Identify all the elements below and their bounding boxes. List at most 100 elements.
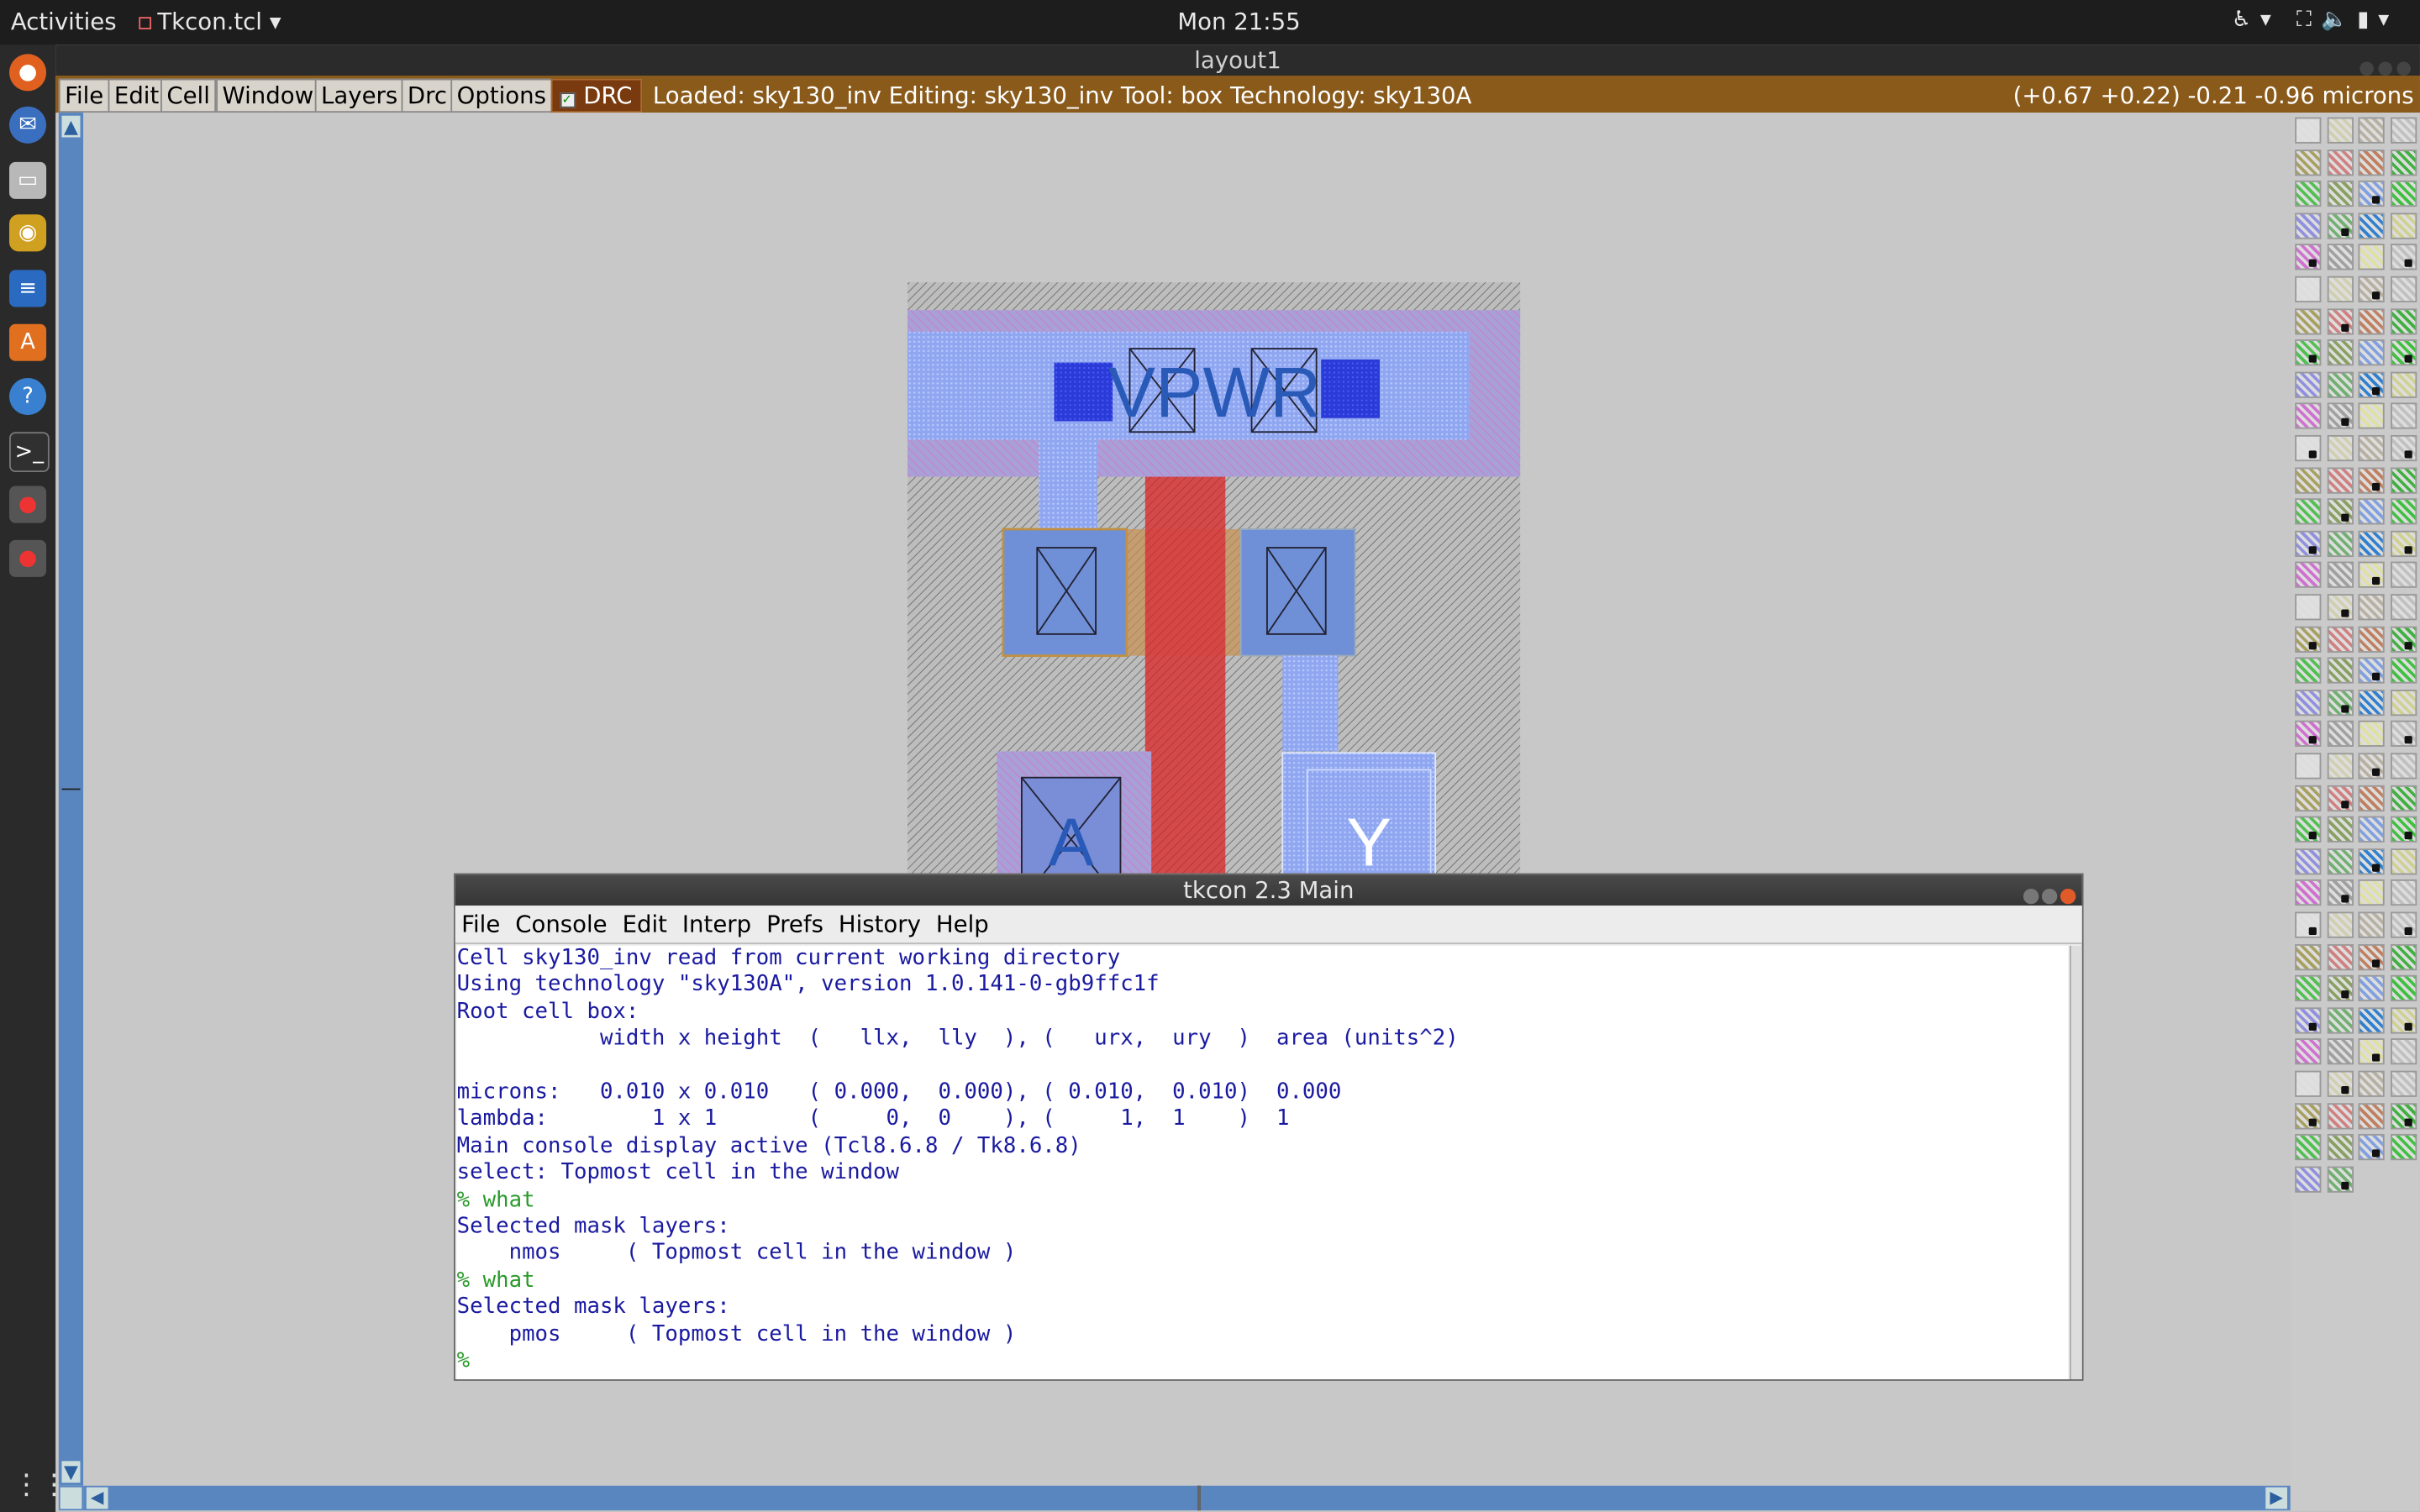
menu-drc[interactable]: Drc	[401, 78, 454, 113]
layer-swatch[interactable]	[2358, 117, 2385, 144]
layer-swatch[interactable]	[2390, 213, 2417, 239]
layer-swatch[interactable]	[2326, 785, 2354, 811]
network-icon[interactable]: ⛶	[2296, 8, 2321, 32]
layer-swatch[interactable]	[2326, 149, 2354, 176]
layer-swatch[interactable]	[2358, 848, 2385, 875]
layer-swatch[interactable]	[2326, 1070, 2354, 1097]
layer-swatch[interactable]	[2326, 530, 2354, 557]
layer-swatch[interactable]	[2358, 562, 2385, 589]
layer-swatch[interactable]	[2390, 181, 2417, 207]
system-tray[interactable]: ♿▾ ⛶🔈▮▾	[2232, 8, 2398, 32]
firefox-icon[interactable]: ●	[9, 54, 47, 92]
layer-swatch[interactable]	[2295, 594, 2322, 621]
layer-swatch[interactable]	[2326, 943, 2354, 970]
layer-swatch[interactable]	[2390, 1134, 2417, 1161]
layer-swatch[interactable]	[2295, 339, 2322, 366]
layer-swatch[interactable]	[2358, 434, 2385, 462]
layer-swatch[interactable]	[2326, 244, 2354, 271]
layer-swatch[interactable]	[2326, 1006, 2354, 1034]
layer-swatch[interactable]	[2295, 625, 2322, 653]
menu-window[interactable]: Window	[216, 78, 320, 113]
layer-swatch[interactable]	[2358, 1134, 2385, 1161]
layer-swatch[interactable]	[2358, 879, 2385, 906]
layer-swatch[interactable]	[2326, 721, 2354, 748]
battery-icon[interactable]: ▮▾	[2357, 8, 2398, 32]
layer-swatch[interactable]	[2295, 816, 2322, 843]
layer-swatch[interactable]	[2358, 689, 2385, 716]
layer-swatch[interactable]	[2295, 753, 2322, 780]
minimize-icon[interactable]	[2023, 888, 2039, 905]
tkcon-menu-console[interactable]: Console	[515, 911, 607, 938]
layer-swatch[interactable]	[2295, 466, 2322, 493]
layer-swatch[interactable]	[2295, 689, 2322, 716]
layer-swatch[interactable]	[2326, 562, 2354, 589]
tkcon-menu-edit[interactable]: Edit	[623, 911, 667, 938]
maximize-icon[interactable]	[2041, 888, 2058, 905]
menu-edit[interactable]: Edit	[108, 78, 166, 113]
layer-swatch[interactable]	[2390, 943, 2417, 970]
tkcon-menu-help[interactable]: Help	[936, 911, 989, 938]
layer-swatch[interactable]	[2326, 911, 2354, 938]
layer-swatch[interactable]	[2295, 911, 2322, 938]
tkcon-menu-prefs[interactable]: Prefs	[766, 911, 823, 938]
help-icon[interactable]: ?	[9, 377, 47, 416]
layer-swatch[interactable]	[2295, 943, 2322, 970]
horizontal-scroll-thumb[interactable]	[1197, 1485, 1201, 1511]
layer-swatch[interactable]	[2358, 371, 2385, 398]
layer-swatch[interactable]	[2295, 530, 2322, 557]
maximize-icon[interactable]	[2378, 61, 2392, 76]
layer-swatch[interactable]	[2390, 1102, 2417, 1129]
layer-swatch[interactable]	[2295, 276, 2322, 302]
layer-swatch[interactable]	[2295, 371, 2322, 398]
layer-swatch[interactable]	[2390, 403, 2417, 430]
writer-icon[interactable]: ≡	[9, 270, 47, 307]
layer-swatch[interactable]	[2358, 625, 2385, 653]
layer-swatch[interactable]	[2326, 657, 2354, 685]
layer-swatch[interactable]	[2358, 276, 2385, 302]
clock[interactable]: Mon 21:55	[1177, 8, 1300, 35]
layer-swatch[interactable]	[2390, 1006, 2417, 1034]
layer-swatch[interactable]	[2390, 339, 2417, 366]
layer-swatch[interactable]	[2326, 1166, 2354, 1193]
menu-cell[interactable]: Cell	[160, 78, 217, 113]
layer-swatch[interactable]	[2390, 1070, 2417, 1097]
layer-swatch[interactable]	[2358, 307, 2385, 334]
terminal-icon[interactable]: >_	[9, 432, 50, 473]
layer-swatch[interactable]	[2390, 498, 2417, 525]
layer-swatch[interactable]	[2390, 434, 2417, 462]
layer-swatch[interactable]	[2295, 975, 2322, 1002]
layer-swatch[interactable]	[2358, 1102, 2385, 1129]
scroll-up-arrow-icon[interactable]: ▲	[61, 115, 81, 138]
layer-swatch[interactable]	[2358, 244, 2385, 271]
tkcon-menu-history[interactable]: History	[839, 911, 921, 938]
layer-swatch[interactable]	[2295, 1070, 2322, 1097]
layer-swatch[interactable]	[2295, 149, 2322, 176]
layer-swatch[interactable]	[2326, 339, 2354, 366]
layer-swatch[interactable]	[2390, 276, 2417, 302]
layer-swatch[interactable]	[2326, 307, 2354, 334]
files-icon[interactable]: ▭	[9, 161, 47, 199]
layer-swatch[interactable]	[2295, 434, 2322, 462]
layer-swatch[interactable]	[2326, 498, 2354, 525]
layer-swatch[interactable]	[2326, 848, 2354, 875]
minimize-icon[interactable]	[2360, 61, 2374, 76]
layer-swatch[interactable]	[2390, 244, 2417, 271]
layer-swatch[interactable]	[2390, 911, 2417, 938]
drc-toggle[interactable]: ✓ DRC	[550, 78, 642, 113]
layer-swatch[interactable]	[2295, 1038, 2322, 1066]
layer-swatch[interactable]	[2358, 339, 2385, 366]
layer-swatch[interactable]	[2295, 213, 2322, 239]
layer-swatch[interactable]	[2326, 213, 2354, 239]
layer-swatch[interactable]	[2326, 816, 2354, 843]
layer-swatch[interactable]	[2326, 466, 2354, 493]
console-input-line[interactable]: %	[457, 1348, 2069, 1375]
layer-swatch[interactable]	[2295, 562, 2322, 589]
layer-swatch[interactable]	[2326, 403, 2354, 430]
layer-swatch[interactable]	[2358, 943, 2385, 970]
layer-palette[interactable]	[2291, 113, 2420, 1511]
layer-swatch[interactable]	[2295, 307, 2322, 334]
scroll-right-arrow-icon[interactable]: ▶	[2265, 1487, 2287, 1509]
layer-swatch[interactable]	[2326, 181, 2354, 207]
layer-swatch[interactable]	[2358, 657, 2385, 685]
layer-swatch[interactable]	[2390, 530, 2417, 557]
